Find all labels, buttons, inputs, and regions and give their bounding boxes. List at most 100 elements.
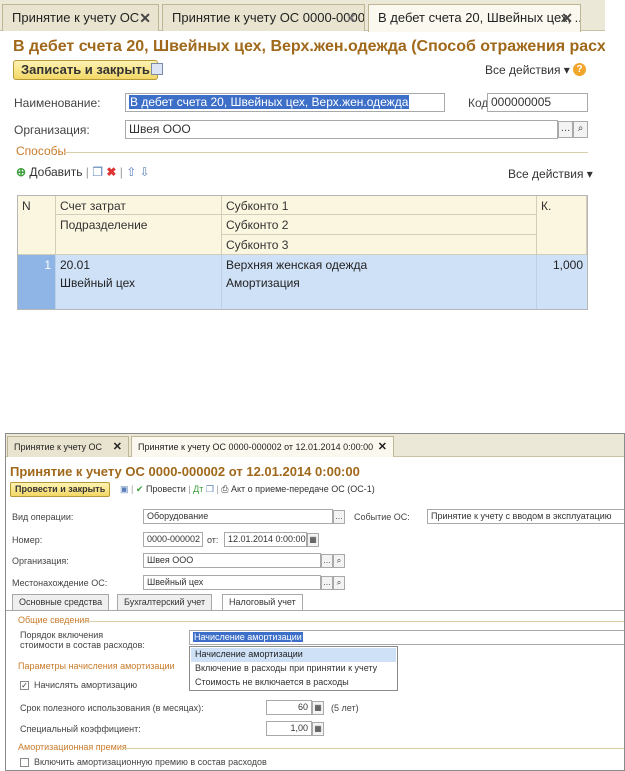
useful-life-years: (5 лет) <box>331 703 359 713</box>
expense-order-field[interactable]: Начисление амортизации <box>189 630 624 645</box>
search-icon[interactable]: ⌕ <box>333 576 345 590</box>
operation-type-label: Вид операции: <box>12 512 74 522</box>
col-header-account[interactable]: Счет затрат <box>56 196 222 215</box>
select-button[interactable]: … <box>321 554 333 568</box>
add-button[interactable]: Добавить <box>29 165 82 179</box>
col-header-division[interactable]: Подразделение <box>56 215 222 255</box>
accrue-amortization-checkbox[interactable]: ✓ <box>20 681 29 690</box>
name-label: Наименование: <box>14 96 101 110</box>
structure-icon[interactable]: ❐ <box>206 484 214 494</box>
useful-life-field[interactable]: 60 <box>266 700 312 715</box>
methods-table[interactable]: N Счет затрат Подразделение Субконто 1 С… <box>17 195 588 310</box>
special-coefficient-label: Специальный коэффициент: <box>20 724 141 734</box>
copy-icon[interactable]: ❐ <box>92 165 103 179</box>
dropdown-option-not-included[interactable]: Стоимость не включается в расходы <box>191 676 396 690</box>
post-icon[interactable]: ✔ <box>136 484 144 494</box>
col-header-subconto1[interactable]: Субконто 1 <box>222 196 537 215</box>
operation-type-field[interactable]: Оборудование <box>143 509 333 524</box>
organization-field[interactable]: Швея ООО <box>125 120 558 139</box>
tab-label: Принятие к учету ОС <box>14 442 103 452</box>
tab-accounting[interactable]: Бухгалтерский учет <box>117 594 213 610</box>
table-row-number[interactable]: 1 <box>18 255 56 309</box>
expense-order-dropdown[interactable]: Начисление амортизации Включение в расхо… <box>189 646 398 691</box>
tab-fixed-assets[interactable]: Основные средства <box>12 594 110 610</box>
include-bonus-label: Включить амортизационную премию в состав… <box>34 757 267 767</box>
close-icon[interactable]: ✕ <box>139 5 151 31</box>
ledger-icon[interactable]: Дт <box>193 484 203 494</box>
calculator-icon[interactable]: ▦ <box>312 701 324 715</box>
dropdown-option-expense-on-acceptance[interactable]: Включение в расходы при принятии к учету <box>191 662 396 676</box>
row-account[interactable]: 20.01 <box>56 255 222 273</box>
move-up-icon[interactable]: ⇧ <box>126 165 136 179</box>
amortization-bonus-title: Амортизационная премия <box>18 742 127 752</box>
tab-tax-accounting[interactable]: Налоговый учет <box>222 594 303 611</box>
tab-label: Принятие к учету ОС 0000-000002 от 12.01… <box>138 442 374 452</box>
print-icon[interactable]: ⎙ <box>221 484 228 494</box>
search-icon[interactable]: ⌕ <box>573 121 588 138</box>
tab-os-acceptance-doc[interactable]: Принятие к учету ОС 0000-000002 от 12.01… <box>131 436 394 457</box>
date-field[interactable]: 12.01.2014 0:00:00 <box>224 532 307 547</box>
location-field[interactable]: Швейный цех <box>143 575 321 590</box>
group-divider <box>124 748 624 749</box>
group-divider <box>64 152 588 153</box>
select-button[interactable]: … <box>321 576 333 590</box>
os-event-label: Событие ОС: <box>354 512 410 522</box>
tab-expense-method[interactable]: В дебет счета 20, Швейных цех, ... ✕ <box>368 4 581 32</box>
tab-label: Принятие к учету ОС <box>12 10 140 25</box>
row-k[interactable]: 1,000 <box>537 255 587 309</box>
search-icon[interactable]: ⌕ <box>333 554 345 568</box>
accrue-amortization-label: Начислять амортизацию <box>34 680 138 690</box>
row-subconto1[interactable]: Верхняя женская одежда <box>222 255 537 273</box>
name-field[interactable]: В дебет счета 20, Швейных цех, Верх.жен.… <box>125 93 445 112</box>
tab-os-acceptance[interactable]: Принятие к учету ОС ✕ <box>7 436 129 457</box>
move-down-icon[interactable]: ⇩ <box>140 165 150 179</box>
select-button[interactable]: … <box>333 510 345 524</box>
tab-label: Принятие к учету ОС 0000-00000... <box>172 10 365 25</box>
include-bonus-checkbox[interactable] <box>20 758 29 767</box>
close-icon[interactable]: ✕ <box>345 5 357 31</box>
close-icon[interactable]: ✕ <box>561 5 573 31</box>
save-icon[interactable] <box>151 63 163 75</box>
order-label-line2: стоимости в состав расходов: <box>20 640 145 650</box>
page-title: В дебет счета 20, Швейных цех, Верх.жен.… <box>13 38 605 55</box>
calculator-icon[interactable]: ▦ <box>312 722 324 736</box>
col-header-n[interactable]: N <box>18 196 56 255</box>
tab-divider <box>6 610 624 611</box>
dropdown-option-amortization[interactable]: Начисление амортизации <box>191 648 396 662</box>
special-coefficient-field[interactable]: 1,00 <box>266 721 312 736</box>
number-label: Номер: <box>12 535 43 545</box>
col-header-subconto3[interactable]: Субконто 3 <box>222 235 537 255</box>
date-from-label: от: <box>207 535 219 545</box>
row-division[interactable]: Швейный цех <box>56 273 222 309</box>
add-icon[interactable]: ⊕ <box>16 165 26 179</box>
print-act-button[interactable]: Акт о приеме-передаче ОС (ОС-1) <box>231 484 375 494</box>
organization-field[interactable]: Швея ООО <box>143 553 321 568</box>
amortization-params-title: Параметры начисления амортизации <box>18 661 175 671</box>
col-header-subconto2[interactable]: Субконто 2 <box>222 215 537 235</box>
select-button[interactable]: … <box>558 121 573 138</box>
location-label: Местонахождение ОС: <box>12 578 108 588</box>
save-and-close-button[interactable]: Записать и закрыть <box>13 60 158 80</box>
number-field[interactable]: 0000-000002 <box>143 532 203 547</box>
post-and-close-button[interactable]: Провести и закрыть <box>10 482 111 497</box>
save-icon[interactable]: ▣ <box>120 484 129 494</box>
tab-bar: Принятие к учету ОС ✕ Принятие к учету О… <box>0 0 605 32</box>
page-title: Принятие к учету ОС 0000-000002 от 12.01… <box>10 464 360 479</box>
grid-all-actions-menu[interactable]: Все действия ▾ <box>508 167 593 181</box>
col-header-k[interactable]: К. <box>537 196 587 255</box>
general-info-title: Общие сведения <box>18 615 90 625</box>
tab-os-acceptance[interactable]: Принятие к учету ОС ✕ <box>2 4 159 31</box>
tab-os-acceptance-doc[interactable]: Принятие к учету ОС 0000-00000... ✕ <box>162 4 365 31</box>
code-field[interactable]: 000000005 <box>487 93 588 112</box>
delete-icon[interactable]: ✖ <box>106 165 116 179</box>
os-event-field[interactable]: Принятие к учету с вводом в эксплуатацию <box>427 509 624 524</box>
row-subconto2[interactable]: Амортизация <box>222 273 537 309</box>
calendar-icon[interactable]: ▦ <box>307 533 319 547</box>
close-icon[interactable]: ✕ <box>378 437 387 457</box>
catalog-item-window: Принятие к учету ОС ✕ Принятие к учету О… <box>0 0 605 310</box>
post-button[interactable]: Провести <box>146 484 186 494</box>
all-actions-menu[interactable]: Все действия ▾ <box>485 63 570 77</box>
help-icon[interactable]: ? <box>573 63 586 76</box>
document-window: Принятие к учету ОС ✕ Принятие к учету О… <box>5 433 625 771</box>
close-icon[interactable]: ✕ <box>113 437 122 457</box>
